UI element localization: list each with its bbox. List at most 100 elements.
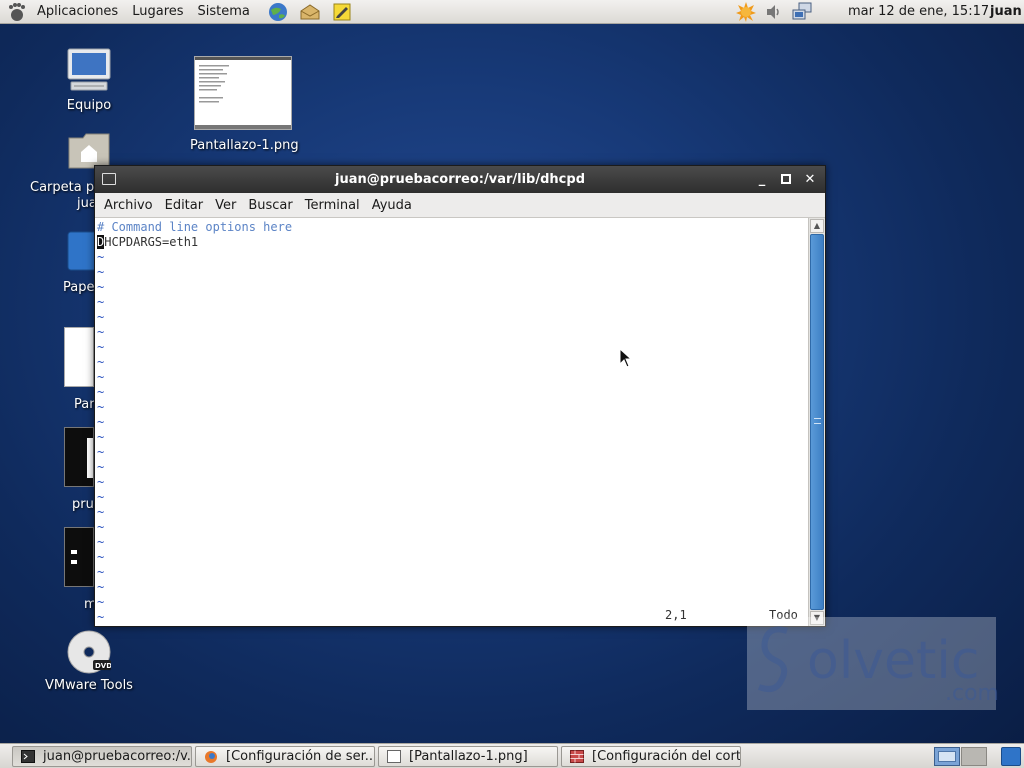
desktop-icon-label: Pape bbox=[63, 280, 95, 295]
desktop-icon-label: Pantallazo-1.png bbox=[190, 138, 299, 153]
scroll-up-arrow-icon[interactable]: ▲ bbox=[810, 219, 824, 233]
menu-editar[interactable]: Editar bbox=[159, 198, 210, 213]
desktop-icon-pantallazo-2[interactable]: Par bbox=[64, 327, 96, 412]
notes-icon[interactable] bbox=[331, 1, 353, 23]
task-firefox[interactable]: [Configuración de ser... bbox=[195, 746, 375, 767]
firefox-icon bbox=[204, 750, 218, 763]
menu-lugares[interactable]: Lugares bbox=[125, 0, 190, 24]
vim-tilde-line: ~ bbox=[97, 490, 105, 504]
desktop-icon-prueba[interactable]: prue bbox=[64, 427, 102, 512]
image-thumbnail-icon bbox=[64, 327, 94, 387]
vim-tilde-line: ~ bbox=[97, 580, 105, 594]
vim-tilde-line: ~ bbox=[97, 295, 105, 309]
vim-tilde-line: ~ bbox=[97, 430, 105, 444]
desktop-icon-papelera[interactable]: Pape bbox=[62, 230, 99, 295]
vim-tilde-line: ~ bbox=[97, 265, 105, 279]
mail-icon[interactable] bbox=[299, 1, 321, 23]
terminal-window[interactable]: juan@pruebacorreo:/var/lib/dhcpd _ ✕ Arc… bbox=[94, 165, 826, 627]
vim-tilde-line: ~ bbox=[97, 610, 105, 624]
desktop-icon-label: Par bbox=[74, 397, 95, 412]
terminal-icon bbox=[21, 750, 35, 763]
vim-tilde-line: ~ bbox=[97, 475, 105, 489]
terminal-menubar: Archivo Editar Ver Buscar Terminal Ayuda bbox=[95, 193, 825, 218]
gnome-foot-icon[interactable] bbox=[6, 1, 28, 23]
volume-icon[interactable] bbox=[763, 1, 785, 23]
image-thumbnail-icon bbox=[64, 527, 94, 587]
task-terminal[interactable]: juan@pruebacorreo:/v... bbox=[12, 746, 192, 767]
svg-text:DVD: DVD bbox=[95, 662, 111, 670]
vim-tilde-line: ~ bbox=[97, 505, 105, 519]
desktop-icon-m[interactable]: m bbox=[64, 527, 97, 612]
watermark-suffix: .com bbox=[945, 681, 999, 706]
desktop-icon-vmware-tools[interactable]: DVD VMware Tools bbox=[40, 630, 138, 693]
window-title: juan@pruebacorreo:/var/lib/dhcpd bbox=[334, 172, 585, 187]
bottom-panel: juan@pruebacorreo:/v... [Configuración d… bbox=[0, 743, 1024, 768]
firewall-icon bbox=[570, 750, 584, 763]
vim-tilde-line: ~ bbox=[97, 280, 105, 294]
menu-aplicaciones[interactable]: Aplicaciones bbox=[30, 0, 125, 24]
menu-ayuda[interactable]: Ayuda bbox=[366, 198, 418, 213]
solvetic-watermark: olvetic .com bbox=[747, 617, 999, 710]
system-tray bbox=[732, 1, 816, 23]
task-label: [Configuración del cort... bbox=[592, 749, 741, 764]
network-icon[interactable] bbox=[791, 1, 813, 23]
browser-globe-icon[interactable] bbox=[267, 1, 289, 23]
vim-tilde-line: ~ bbox=[97, 565, 105, 579]
vim-tilde-line: ~ bbox=[97, 595, 105, 609]
update-sun-icon[interactable] bbox=[735, 1, 757, 23]
desktop-icon-label: Equipo bbox=[66, 98, 112, 113]
task-config-firewall[interactable]: [Configuración del cort... bbox=[561, 746, 741, 767]
watermark-logo-icon bbox=[757, 626, 788, 692]
vim-cursor-position: 2,1 bbox=[665, 608, 687, 622]
vim-tilde-line: ~ bbox=[97, 535, 105, 549]
vim-tilde-line: ~ bbox=[97, 310, 105, 324]
desktop-icon-home-folder[interactable]: Carpeta pe jua bbox=[22, 132, 110, 211]
desktop-icon-label: VMware Tools bbox=[45, 678, 133, 693]
mouse-pointer-icon bbox=[619, 347, 633, 368]
vim-tilde-line: ~ bbox=[97, 400, 105, 414]
scroll-grip-icon bbox=[814, 418, 821, 424]
workspace-2[interactable] bbox=[961, 747, 987, 766]
computer-icon bbox=[65, 46, 113, 94]
task-label: juan@pruebacorreo:/v... bbox=[43, 749, 192, 764]
vim-comment-line: # Command line options here bbox=[97, 220, 293, 234]
desktop-icon-pantallazo[interactable]: Pantallazo-1.png bbox=[190, 56, 299, 153]
menu-sistema[interactable]: Sistema bbox=[191, 0, 257, 24]
image-thumbnail-icon bbox=[194, 56, 292, 130]
user-menu[interactable]: juan bbox=[990, 0, 1022, 24]
clock[interactable]: mar 12 de ene, 15:17 bbox=[848, 0, 989, 24]
vim-tilde-line: ~ bbox=[97, 550, 105, 564]
terminal-scrollbar[interactable]: ▲ ▼ bbox=[808, 218, 825, 626]
vim-tilde-line: ~ bbox=[97, 370, 105, 384]
task-label: [Pantallazo-1.png] bbox=[409, 749, 528, 764]
task-image-viewer[interactable]: [Pantallazo-1.png] bbox=[378, 746, 558, 767]
menu-archivo[interactable]: Archivo bbox=[98, 198, 159, 213]
menu-ver[interactable]: Ver bbox=[209, 198, 242, 213]
vim-tilde-line: ~ bbox=[97, 520, 105, 534]
vim-empty-lines: ~ ~ ~ ~ ~ ~ ~ ~ ~ ~ ~ ~ ~ ~ ~ ~ ~ ~ ~ ~ ~ ~ ~ ~ ~ bbox=[97, 250, 808, 625]
scrollbar-thumb[interactable] bbox=[810, 234, 824, 610]
vim-tilde-line: ~ bbox=[97, 460, 105, 474]
close-button[interactable]: ✕ bbox=[800, 170, 820, 189]
vim-tilde-line: ~ bbox=[97, 340, 105, 354]
desktop-icon-equipo[interactable]: Equipo bbox=[48, 46, 130, 113]
workspace-1[interactable] bbox=[934, 747, 960, 766]
top-panel: Aplicaciones Lugares Sistema mar 12 de e… bbox=[0, 0, 1024, 24]
menu-terminal[interactable]: Terminal bbox=[299, 198, 366, 213]
vim-tilde-line: ~ bbox=[97, 415, 105, 429]
vim-code-text: HCPDARGS=eth1 bbox=[104, 235, 199, 249]
trash-icon[interactable] bbox=[1001, 747, 1021, 766]
minimize-button[interactable]: _ bbox=[752, 170, 772, 189]
vim-tilde-line: ~ bbox=[97, 355, 105, 369]
image-file-icon bbox=[387, 750, 401, 763]
maximize-button[interactable] bbox=[776, 170, 796, 189]
vim-tilde-line: ~ bbox=[97, 445, 105, 459]
dvd-icon: DVD bbox=[67, 630, 112, 674]
task-label: [Configuración de ser... bbox=[226, 749, 375, 764]
desktop-icon-label: Carpeta pe bbox=[30, 180, 103, 195]
vim-code-line: DHCPDARGS=eth1 bbox=[97, 235, 808, 250]
window-titlebar[interactable]: juan@pruebacorreo:/var/lib/dhcpd _ ✕ bbox=[95, 166, 825, 193]
terminal-text-area[interactable]: # Command line options here DHCPDARGS=et… bbox=[95, 218, 808, 626]
vim-tilde-line: ~ bbox=[97, 385, 105, 399]
menu-buscar[interactable]: Buscar bbox=[242, 198, 298, 213]
